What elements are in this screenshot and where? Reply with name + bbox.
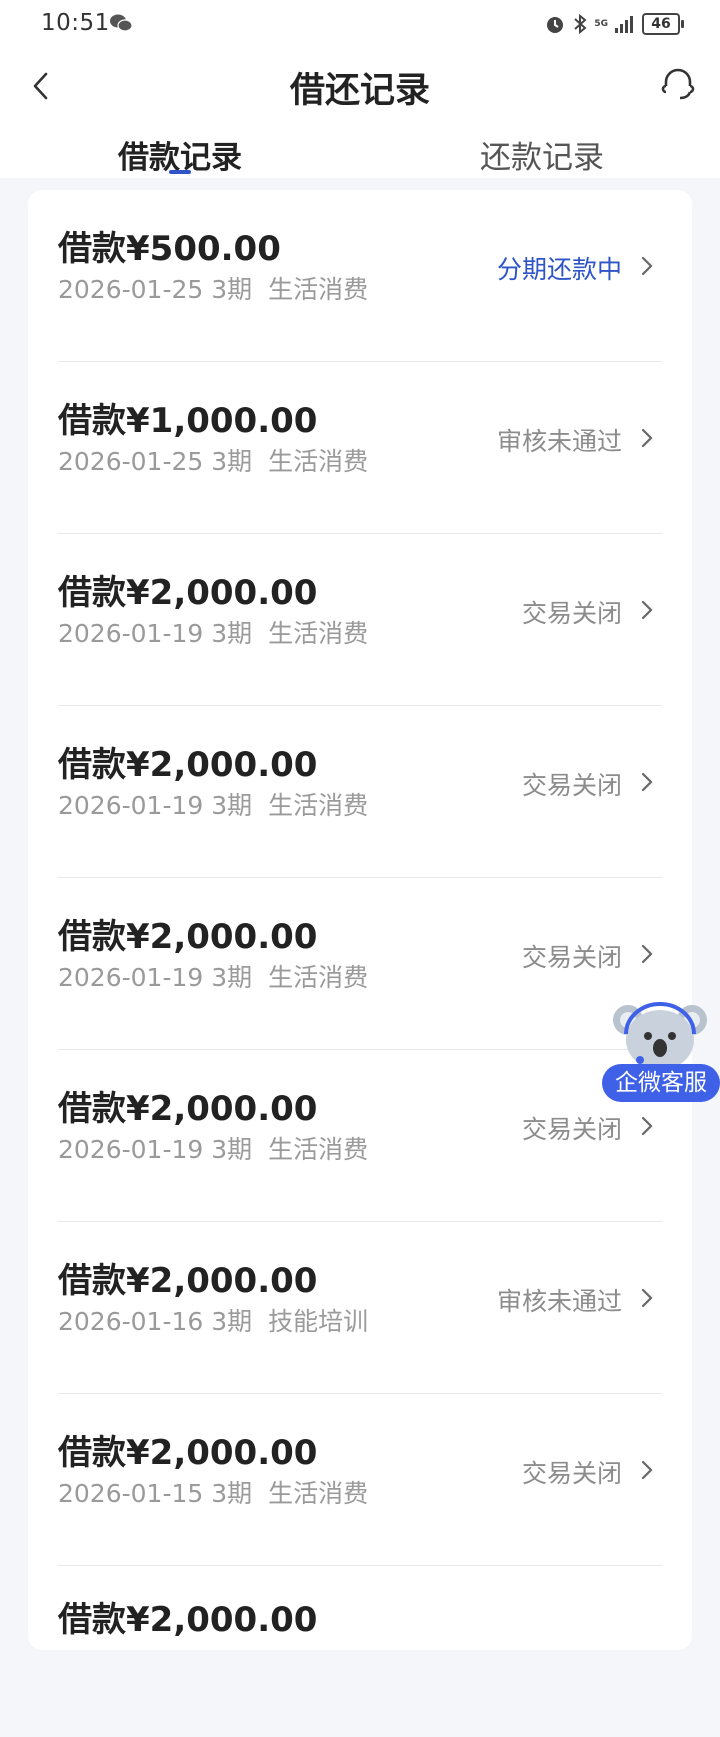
records-card: 借款¥500.00 2026-01-25 3期 生活消费 分期还款中 借款¥1,… [28, 190, 692, 1650]
chevron-right-icon [641, 772, 653, 792]
record-item[interactable]: 借款¥2,000.00 2026-01-19 3期 生活消费 交易关闭 [58, 534, 662, 706]
record-item[interactable]: 借款¥2,000.00 2026-01-19 3期 生活消费 交易关闭 [58, 878, 662, 1050]
battery-icon: 46 [642, 13, 684, 35]
record-amount: 借款¥2,000.00 [58, 917, 318, 957]
chevron-right-icon [641, 944, 653, 964]
record-meta: 2026-01-16 3期 技能培训 [58, 1302, 368, 1338]
record-periods: 3期 [211, 619, 253, 648]
record-status: 审核未通过 [496, 427, 622, 456]
wecom-service-button[interactable]: 企微客服 [602, 1064, 720, 1102]
record-meta: 2026-01-25 3期 生活消费 [58, 442, 368, 478]
record-amount: 借款¥2,000.00 [58, 1089, 318, 1129]
record-status: 交易关闭 [521, 599, 622, 628]
status-time: 10:51 [41, 10, 110, 36]
chevron-right-icon [641, 600, 653, 620]
record-amount: 借款¥2,000.00 [58, 1600, 318, 1640]
record-date: 2026-01-19 [58, 1135, 204, 1164]
record-item[interactable]: 借款¥2,000.00 2026-01-15 3期 生活消费 交易关闭 [58, 1394, 662, 1566]
status-icons: 5G 46 [544, 10, 684, 38]
record-date: 2026-01-19 [58, 619, 204, 648]
record-purpose: 生活消费 [268, 1135, 369, 1164]
record-item[interactable]: 借款¥2,000.00 2026-01-16 3期 技能培训 审核未通过 [58, 1222, 662, 1394]
record-purpose: 生活消费 [268, 447, 369, 476]
chevron-right-icon [641, 256, 653, 276]
record-amount: 借款¥500.00 [58, 229, 281, 269]
record-amount: 借款¥2,000.00 [58, 745, 318, 785]
record-status: 交易关闭 [521, 1459, 622, 1488]
record-item[interactable]: 借款¥1,000.00 2026-01-25 3期 生活消费 审核未通过 [58, 362, 662, 534]
record-periods: 3期 [211, 963, 253, 992]
record-amount: 借款¥2,000.00 [58, 1433, 318, 1473]
record-date: 2026-01-19 [58, 963, 204, 992]
page-title: 借还记录 [289, 71, 430, 111]
record-purpose: 生活消费 [268, 963, 369, 992]
record-meta: 2026-01-19 3期 生活消费 [58, 786, 368, 822]
record-status: 交易关闭 [521, 1115, 622, 1144]
record-purpose: 生活消费 [268, 1479, 369, 1508]
record-amount: 借款¥2,000.00 [58, 573, 318, 613]
wechat-icon [110, 14, 133, 32]
nav-bar: 借还记录 [0, 50, 720, 122]
record-status: 交易关闭 [521, 943, 622, 972]
chevron-right-icon [641, 1116, 653, 1136]
record-item[interactable]: 借款¥2,000.00 2026-01-19 3期 生活消费 交易关闭 [58, 1050, 662, 1222]
record-item[interactable]: 借款¥500.00 2026-01-25 3期 生活消费 分期还款中 [58, 190, 662, 362]
alarm-icon [547, 17, 564, 33]
record-date: 2026-01-25 [58, 275, 204, 304]
record-meta: 2026-01-19 3期 生活消费 [58, 614, 368, 650]
record-meta: 2026-01-25 3期 生活消费 [58, 270, 368, 306]
active-tab-indicator [169, 170, 191, 174]
record-periods: 3期 [211, 275, 253, 304]
chevron-right-icon [641, 428, 653, 448]
chevron-right-icon [641, 1460, 653, 1480]
record-periods: 3期 [211, 447, 253, 476]
record-amount: 借款¥1,000.00 [58, 401, 318, 441]
bluetooth-icon [574, 13, 587, 35]
record-purpose: 生活消费 [268, 275, 369, 304]
record-periods: 3期 [211, 1307, 253, 1336]
record-periods: 3期 [211, 1479, 253, 1508]
record-date: 2026-01-15 [58, 1479, 204, 1508]
tab-bar: 借款记录 还款记录 [0, 122, 720, 178]
record-status: 交易关闭 [521, 771, 622, 800]
chevron-right-icon [641, 1288, 653, 1308]
status-bar: 10:51 5G 46 [0, 0, 720, 50]
record-periods: 3期 [211, 791, 253, 820]
record-status: 分期还款中 [496, 255, 622, 284]
record-purpose: 技能培训 [268, 1307, 369, 1336]
network-type-label: 5G [594, 19, 608, 29]
record-item[interactable]: 借款¥2,000.00 2026-01-19 3期 生活消费 交易关闭 [58, 706, 662, 878]
tab-repay-records[interactable]: 还款记录 [480, 132, 604, 177]
record-meta: 2026-01-19 3期 生活消费 [58, 958, 368, 994]
record-meta: 2026-01-19 3期 生活消费 [58, 1130, 368, 1166]
record-purpose: 生活消费 [268, 791, 369, 820]
record-purpose: 生活消费 [268, 619, 369, 648]
record-periods: 3期 [211, 1135, 253, 1164]
record-date: 2026-01-19 [58, 791, 204, 820]
record-status: 审核未通过 [496, 1287, 622, 1316]
record-date: 2026-01-25 [58, 447, 204, 476]
record-amount: 借款¥2,000.00 [58, 1261, 318, 1301]
record-meta: 2026-01-15 3期 生活消费 [58, 1474, 368, 1510]
record-date: 2026-01-16 [58, 1307, 204, 1336]
customer-service-icon[interactable] [660, 64, 696, 104]
signal-icon [615, 16, 633, 33]
record-item[interactable]: 借款¥2,000.00 [58, 1566, 662, 1737]
